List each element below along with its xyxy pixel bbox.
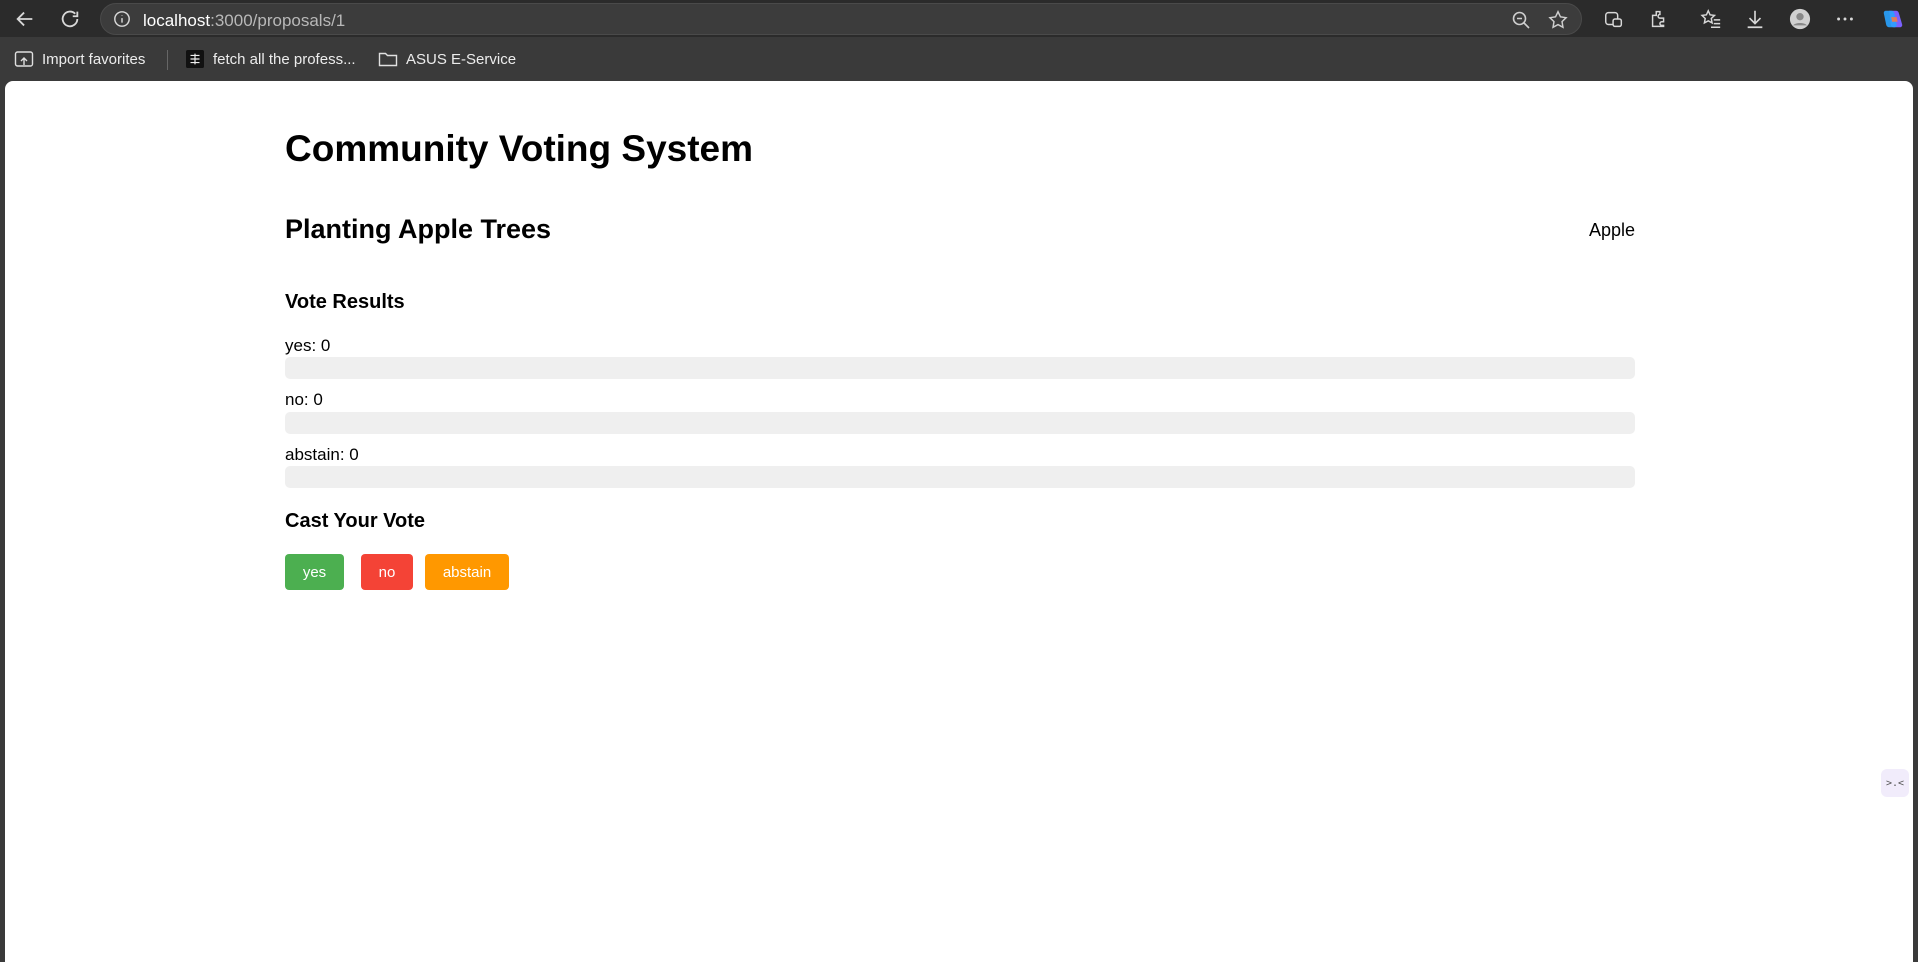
proposal-tag: Apple — [1588, 220, 1635, 240]
reload-icon[interactable] — [55, 4, 85, 34]
site-info-icon[interactable] — [113, 10, 131, 28]
more-options-icon[interactable] — [1830, 4, 1860, 34]
site-icon — [186, 50, 204, 68]
result-yes-label: yes: 0 — [285, 336, 331, 355]
import-icon — [14, 51, 34, 67]
result-no-bar — [285, 412, 1635, 434]
proposal-title: Planting Apple Trees — [285, 214, 552, 244]
extensions-icon[interactable] — [1644, 4, 1674, 34]
bookmark-label: ASUS E-Service — [406, 50, 517, 68]
downloads-icon[interactable] — [1740, 4, 1770, 34]
profile-avatar-icon[interactable] — [1785, 4, 1815, 34]
address-url: localhost:3000/proposals/1 — [143, 11, 346, 30]
back-icon[interactable] — [10, 4, 40, 34]
bookmark-import-favorites[interactable]: Import favorites — [14, 49, 145, 69]
browser-essentials-icon[interactable] — [1599, 4, 1629, 34]
vote-yes-button[interactable]: yes — [285, 554, 344, 590]
result-abstain-bar — [285, 466, 1635, 488]
bookmark-label: Import favorites — [42, 50, 146, 68]
vote-results-heading: Vote Results — [285, 291, 405, 313]
page-viewport: Community Voting System Planting Apple T… — [5, 81, 1913, 962]
favorites-icon[interactable] — [1696, 4, 1726, 34]
bookmark-fetch-professors[interactable]: fetch all the profess... — [185, 49, 356, 69]
sidebar-assistant-icon[interactable]: >.< — [1881, 769, 1909, 797]
result-yes-bar — [285, 357, 1635, 379]
browser-toolbar: localhost:3000/proposals/1 — [0, 0, 1918, 37]
bookmark-label: fetch all the profess... — [213, 50, 356, 68]
result-abstain-label: abstain: 0 — [285, 445, 359, 464]
bookmark-divider — [167, 50, 168, 70]
bookmarks-bar: Import favorites fetch all the profess..… — [0, 37, 1918, 80]
cast-vote-heading: Cast Your Vote — [285, 510, 426, 532]
address-bar[interactable]: localhost:3000/proposals/1 — [100, 3, 1582, 35]
folder-icon — [378, 52, 398, 67]
favorite-star-icon[interactable] — [1547, 9, 1569, 31]
copilot-icon[interactable] — [1878, 4, 1908, 34]
vote-abstain-button[interactable]: abstain — [425, 554, 509, 590]
zoom-icon[interactable] — [1511, 10, 1531, 30]
page-title: Community Voting System — [285, 128, 754, 169]
bookmark-asus-e-service[interactable]: ASUS E-Service — [378, 49, 516, 69]
vote-no-button[interactable]: no — [361, 554, 413, 590]
result-no-label: no: 0 — [285, 390, 323, 409]
